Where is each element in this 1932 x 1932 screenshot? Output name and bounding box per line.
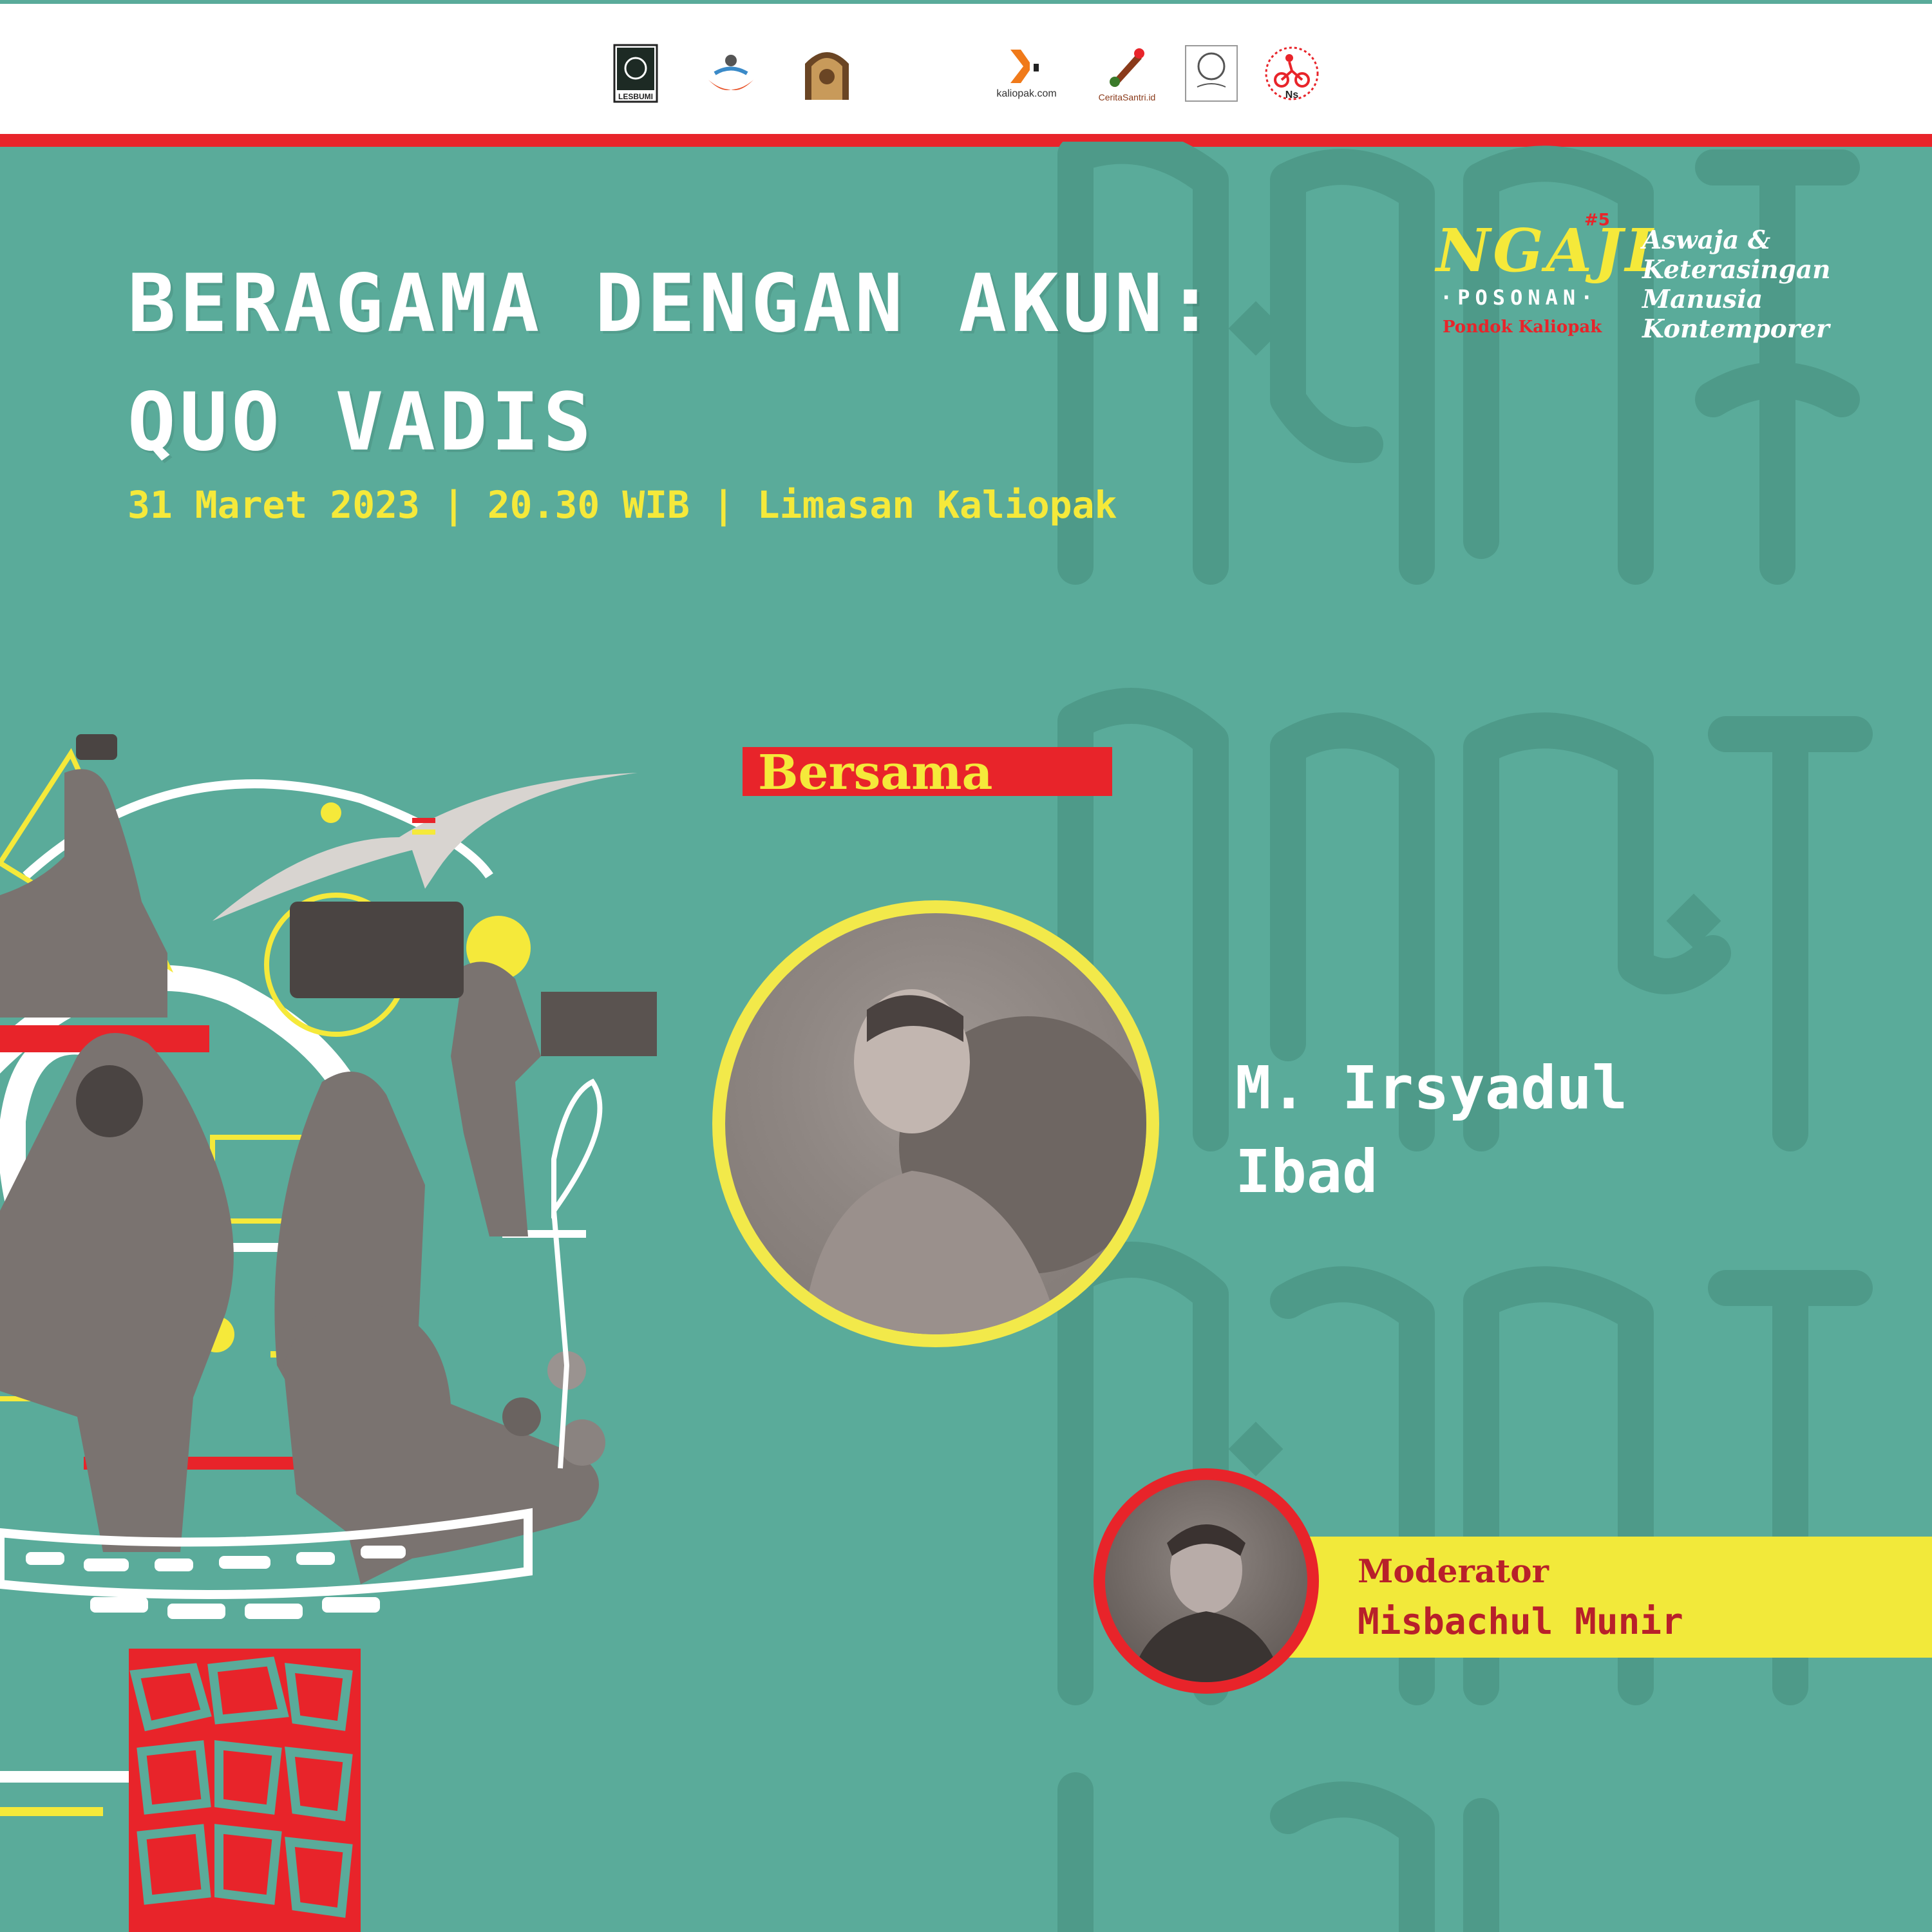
- lesbumi-label: LESBUMI: [618, 92, 653, 101]
- moon-sphere-3: [559, 1419, 605, 1466]
- event-title-line-2: QUO VADIS: [128, 376, 595, 469]
- theme-line-2: Keterasingan: [1642, 255, 1831, 285]
- partner-logo-3: [802, 43, 851, 104]
- moderator-name: Misbachul Munir: [1358, 1601, 1683, 1643]
- speaker-photo: [712, 900, 1159, 1347]
- lesbumi-logo: LESBUMI: [613, 43, 658, 104]
- event-title: BERAGAMA DENGAN AKUN: QUO VADIS: [128, 245, 1351, 482]
- partner-logo-6: [1184, 43, 1239, 104]
- cap-shape: [76, 734, 117, 760]
- kneeling-woman-figure: [283, 1303, 599, 1584]
- ns-label: Ns: [1285, 90, 1299, 100]
- ceritasantri-logo: CeritaSantri.id: [1095, 43, 1159, 104]
- event-title-line-1: BERAGAMA DENGAN AKUN:: [128, 258, 1218, 350]
- series-organizer: Pondok Kaliopak: [1443, 317, 1602, 337]
- speaker-portrait: [725, 913, 1146, 1334]
- camera-rig: [290, 902, 464, 998]
- series-name: NGAJI: [1436, 216, 1656, 285]
- theme-line-4: Kontemporer: [1642, 314, 1830, 344]
- leaf-outline: [551, 1078, 603, 1219]
- ngaji-posonan-logo: NGAJI #5 ·POSONAN· Pondok Kaliopak: [1436, 211, 1653, 338]
- bersama-banner: Bersama: [743, 745, 1112, 800]
- ns-logo: Ns: [1262, 43, 1321, 104]
- calligraphy-emblem-icon: [1185, 45, 1238, 102]
- event-date-time-venue: 31 Maret 2023 | 20.30 WIB | Limasan Kali…: [128, 483, 1117, 527]
- wooden-planks: [541, 992, 657, 1056]
- series-subtitle: ·POSONAN·: [1440, 285, 1598, 310]
- speaker-silhouette: [802, 989, 1146, 1334]
- yellow-dot-small: [321, 802, 341, 823]
- event-theme: Aswaja & Keterasingan Manusia Kontempore…: [1642, 225, 1855, 344]
- kaliopak-logo: kaliopak.com: [981, 43, 1072, 104]
- speaker-name: M. Irsyadul Ibad: [1235, 1046, 1750, 1214]
- kaliopak-label: kaliopak.com: [996, 88, 1057, 99]
- speaker-name-line-1: M. Irsyadul: [1235, 1054, 1628, 1122]
- header-top-stripe: [0, 0, 1932, 4]
- moderator-portrait: [1105, 1480, 1307, 1682]
- lesbumi-emblem-icon: LESBUMI: [613, 44, 658, 103]
- moderator-silhouette: [1131, 1524, 1282, 1682]
- woven-pattern-outline: [0, 1508, 533, 1599]
- collage-illustration: [0, 734, 657, 1932]
- kaliopak-k-icon: [1010, 50, 1039, 83]
- cyclist-figure: [451, 961, 541, 1236]
- leaf-stem: [551, 1210, 570, 1469]
- moderator-label: Moderator: [1358, 1552, 1549, 1590]
- moon-sphere-2: [502, 1397, 541, 1436]
- ceritasantri-label: CeritaSantri.id: [1098, 92, 1156, 102]
- brush-icon: [1110, 48, 1144, 87]
- partner-header: LESBUMI kaliopak.com CeritaSantri.id Ns: [0, 0, 1932, 134]
- red-crackle-pattern: [129, 1649, 361, 1932]
- partner-logo-2: [702, 43, 760, 104]
- moderator-photo: [1094, 1468, 1319, 1694]
- bird-red-stripe: [412, 818, 435, 823]
- bersama-label: Bersama: [758, 745, 993, 800]
- blackened-face: [76, 1065, 143, 1137]
- bird-emblem-icon: [705, 48, 757, 99]
- cyclist-emblem-icon: Ns: [1265, 46, 1319, 100]
- speaker-name-line-2: Ibad: [1235, 1137, 1378, 1206]
- theme-line-1: Aswaja &: [1642, 225, 1771, 255]
- seagull-figure: [213, 773, 638, 921]
- yellow-line-3: [0, 1807, 103, 1816]
- bird-yellow-stripe: [412, 829, 435, 835]
- theme-line-3: Manusia: [1642, 285, 1763, 314]
- gate-emblem-icon: [805, 52, 849, 100]
- series-number: #5: [1584, 211, 1610, 230]
